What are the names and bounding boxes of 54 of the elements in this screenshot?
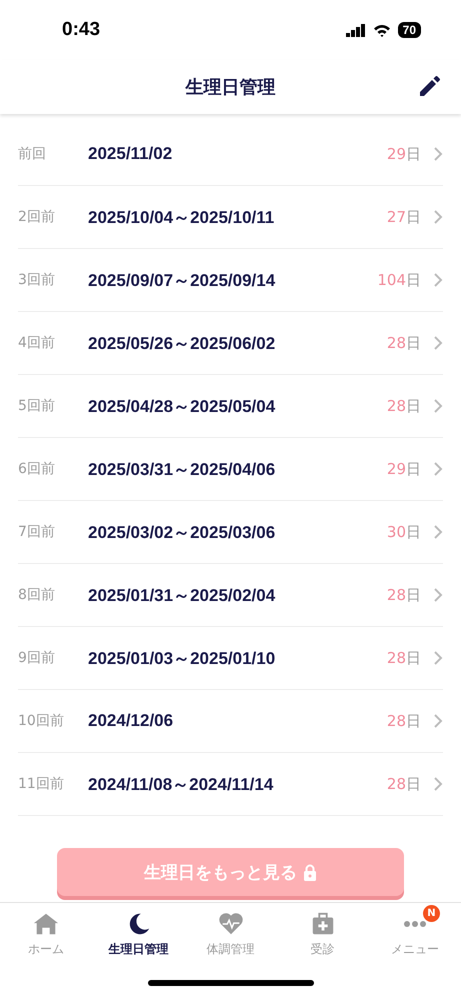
- period-dates[interactable]: 2025/01/31～2025/02/04: [88, 584, 387, 606]
- cycle-label: 9回前: [18, 649, 56, 667]
- cycle-length: 28日: [386, 774, 421, 794]
- cycle-label: 3回前: [18, 271, 56, 289]
- notification-badge: N: [422, 905, 440, 922]
- battery-level: 70: [398, 22, 421, 38]
- chevron-icon[interactable]: [433, 273, 443, 287]
- cycle-label: 前回: [18, 145, 47, 163]
- cycle-length: 30日: [386, 522, 421, 542]
- cycle-label: 6回前: [18, 460, 56, 478]
- period-dates[interactable]: 2025/03/31～2025/04/06: [88, 458, 387, 480]
- period-dates[interactable]: 2025/09/07～2025/09/14: [88, 268, 378, 292]
- signal-icon: [346, 24, 366, 36]
- cycle-label: 4回前: [18, 334, 56, 352]
- wifi-icon: [372, 24, 391, 36]
- chevron-icon[interactable]: [433, 714, 443, 728]
- cycle-length: 29日: [386, 460, 421, 478]
- period-dates[interactable]: 2025/05/26～2025/06/02: [88, 332, 387, 354]
- cycle-length: 28日: [386, 648, 421, 668]
- cycle-length: 104日: [377, 270, 421, 290]
- period-dates[interactable]: 2025/01/03～2025/01/10: [88, 646, 387, 670]
- chevron-icon[interactable]: [433, 651, 443, 665]
- cycle-length: 28日: [386, 586, 421, 604]
- period-dates[interactable]: 2024/12/06: [88, 711, 387, 731]
- edit-button[interactable]: [417, 75, 441, 99]
- chevron-icon[interactable]: [433, 525, 443, 539]
- heart-pulse-icon: [216, 910, 244, 936]
- page-title: 生理日管理: [186, 76, 276, 99]
- cycle-length: 28日: [386, 396, 421, 416]
- period-dates[interactable]: 2025/11/02: [88, 144, 387, 164]
- cycle-length: 28日: [386, 712, 421, 730]
- chevron-icon[interactable]: [433, 588, 443, 602]
- cycle-label: 8回前: [18, 586, 56, 604]
- chevron-icon[interactable]: [433, 399, 443, 413]
- chevron-icon[interactable]: [433, 210, 443, 224]
- cycle-label: 2回前: [18, 208, 56, 226]
- cycle-label: 11回前: [18, 775, 65, 793]
- period-dates[interactable]: 2025/03/02～2025/03/06: [88, 520, 387, 544]
- cycle-label: 7回前: [18, 523, 56, 541]
- cycle-length: 27日: [386, 208, 421, 226]
- lock-icon: [303, 864, 317, 880]
- cycle-length: 29日: [386, 144, 421, 164]
- cycle-length: 28日: [386, 334, 421, 352]
- cycle-label: 5回前: [18, 397, 56, 415]
- chevron-icon[interactable]: [433, 336, 443, 350]
- chevron-icon[interactable]: [433, 462, 443, 476]
- status-time: 0:43: [62, 19, 100, 41]
- chevron-icon[interactable]: [433, 147, 443, 161]
- period-dates[interactable]: 2025/04/28～2025/05/04: [88, 394, 387, 418]
- period-dates[interactable]: 2024/11/08～2024/11/14: [88, 772, 387, 796]
- period-dates[interactable]: 2025/10/04～2025/10/11: [88, 206, 387, 228]
- chevron-icon[interactable]: [433, 777, 443, 791]
- cycle-label: 10回前: [18, 712, 65, 730]
- tab[interactable]: 生理日管理: [92, 903, 184, 965]
